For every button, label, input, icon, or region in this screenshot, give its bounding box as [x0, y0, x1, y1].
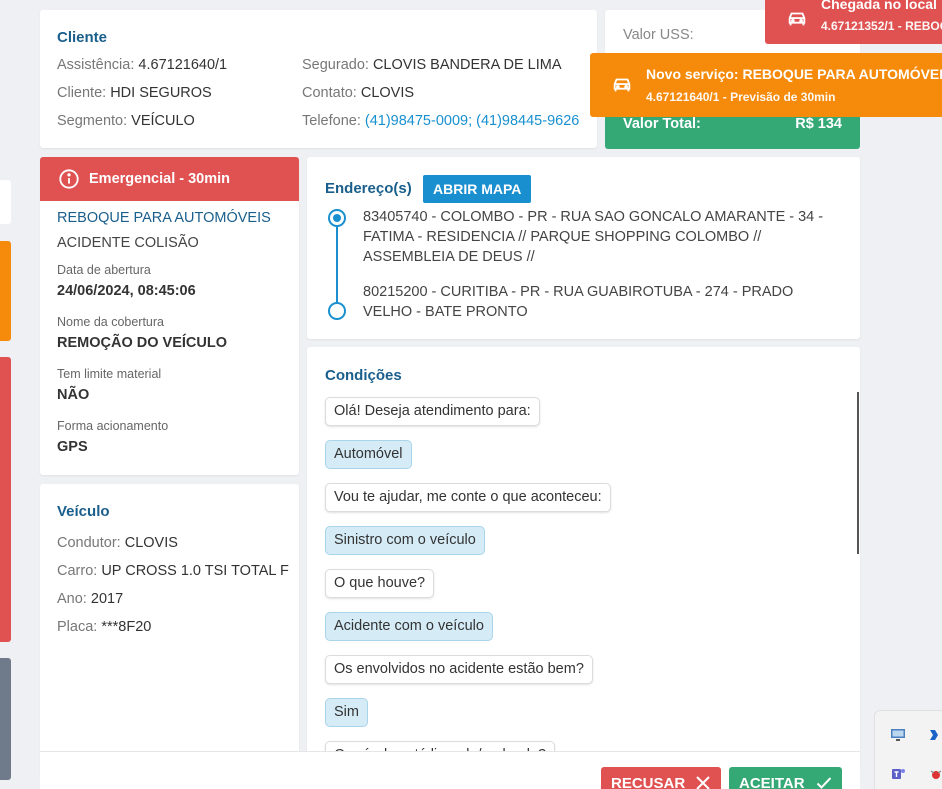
data-abertura-value: 24/06/2024, 08:45:06	[57, 283, 196, 299]
open-map-button[interactable]: ABRIR MAPA	[423, 175, 532, 203]
placa-value: ***8F20	[101, 619, 152, 635]
conditions-card: Condições Olá! Deseja atendimento para: …	[307, 347, 860, 767]
condutor-value: CLOVIS	[124, 535, 178, 551]
segmento-row: Segmento: VEÍCULO	[57, 113, 195, 129]
service-reason: ACIDENTE COLISÃO	[57, 235, 199, 251]
forma-value: GPS	[57, 439, 88, 455]
contato-row: Contato: CLOVIS	[302, 85, 414, 101]
cliente-value: HDI SEGUROS	[110, 85, 212, 101]
contato-label: Contato:	[302, 85, 357, 101]
cobertura-value: REMOÇÃO DO VEÍCULO	[57, 335, 227, 351]
chat-question: Os envolvidos no acidente estão bem?	[325, 655, 593, 684]
notification-subtitle: 4.67121640/1 - Previsão de 30min	[646, 90, 836, 104]
notification-new-service[interactable]: Novo serviço: REBOQUE PARA AUTOMÓVEIS 4.…	[590, 53, 942, 117]
placa-row: Placa: ***8F20	[57, 619, 151, 635]
ano-label: Ano:	[57, 591, 87, 607]
segurado-label: Segurado:	[302, 57, 369, 73]
conditions-scrollbar[interactable]	[857, 392, 859, 554]
car-icon	[788, 12, 806, 26]
destination-address: 80215200 - CURITIBA - PR - RUA GUABIROTU…	[363, 284, 794, 320]
chat-question: Olá! Deseja atendimento para:	[325, 397, 540, 426]
chat-answer: Automóvel	[325, 440, 412, 469]
condutor-label: Condutor:	[57, 535, 121, 551]
client-card: Cliente Assistência: 4.67121640/1 Client…	[40, 10, 597, 148]
segurado-value: CLOVIS BANDERA DE LIMA	[372, 57, 562, 73]
address-card: Endereço(s) ABRIR MAPA 83405740 - COLOMB…	[307, 157, 860, 339]
notification-arrival[interactable]: Chegada no local 4.67121352/1 - REBOQUE	[765, 0, 942, 44]
reject-label: RECUSAR	[611, 775, 686, 789]
notification-subtitle: 4.67121352/1 - REBOQUE	[821, 19, 942, 33]
route-line	[336, 227, 338, 302]
assistencia-value: 4.67121640/1	[138, 57, 228, 73]
car-icon	[613, 78, 631, 92]
telefone-label: Telefone:	[302, 113, 361, 129]
ano-value: 2017	[90, 591, 124, 607]
carro-value: UP CROSS 1.0 TSI TOTAL F	[101, 563, 289, 579]
chat-answer: Sinistro com o veículo	[325, 526, 485, 555]
telefone-row: Telefone: (41)98475-0009; (41)98445-9626	[302, 113, 579, 129]
emergency-header: Emergencial - 30min	[40, 157, 299, 201]
address-title: Endereço(s)	[325, 180, 412, 197]
valor-total-value: R$ 134	[795, 116, 842, 132]
chat-question: Vou te ajudar, me conte o que aconteceu:	[325, 483, 611, 512]
notification-title: Chegada no local	[821, 0, 937, 12]
valor-total-label: Valor Total:	[623, 116, 701, 132]
cliente-label: Cliente:	[57, 85, 107, 101]
telefone-link[interactable]: (41)98475-0009; (41)98445-9626	[365, 113, 579, 129]
cobertura-label: Nome da cobertura	[57, 315, 165, 329]
assistencia-label: Assistência:	[57, 57, 135, 73]
side-stub-orange[interactable]	[0, 241, 11, 341]
destination-marker-icon	[328, 302, 346, 320]
reject-button[interactable]: RECUSAR	[601, 767, 721, 789]
accept-button[interactable]: ACEITAR	[729, 767, 842, 789]
condutor-row: Condutor: CLOVIS	[57, 535, 178, 551]
assistencia-row: Assistência: 4.67121640/1	[57, 57, 227, 73]
app-icon[interactable]	[928, 727, 942, 743]
side-stub-white	[0, 180, 11, 224]
vehicle-card: Veículo Condutor: CLOVIS Carro: UP CROSS…	[40, 484, 299, 774]
cliente-row: Cliente: HDI SEGUROS	[57, 85, 212, 101]
notification-title: Novo serviço: REBOQUE PARA AUTOMÓVEIS	[646, 66, 942, 82]
conditions-title: Condições	[325, 367, 402, 384]
origin-marker-icon	[328, 209, 346, 227]
data-abertura-label: Data de abertura	[57, 263, 151, 277]
carro-label: Carro:	[57, 563, 98, 579]
limite-label: Tem limite material	[57, 367, 162, 381]
limite-value: NÃO	[57, 387, 90, 403]
monitor-icon[interactable]	[890, 727, 906, 743]
teams-icon[interactable]	[890, 766, 906, 782]
chat-answer: Acidente com o veículo	[325, 612, 493, 641]
client-title: Cliente	[57, 29, 108, 46]
forma-label: Forma acionamento	[57, 419, 169, 433]
system-tray	[874, 710, 942, 789]
antivirus-icon[interactable]	[928, 766, 942, 782]
segurado-row: Segurado: CLOVIS BANDERA DE LIMA	[302, 57, 562, 73]
ano-row: Ano: 2017	[57, 591, 123, 607]
vehicle-title: Veículo	[57, 503, 110, 520]
origin-address: 83405740 - COLOMBO - PR - RUA SAO GONCAL…	[363, 209, 824, 265]
segmento-label: Segmento:	[57, 113, 128, 129]
service-card: Emergencial - 30min REBOQUE PARA AUTOMÓV…	[40, 157, 299, 475]
side-stub-red[interactable]	[0, 357, 11, 642]
service-name: REBOQUE PARA AUTOMÓVEIS	[57, 210, 271, 226]
side-stub-gray[interactable]	[0, 658, 11, 780]
chat-question: O que houve?	[325, 569, 435, 598]
segmento-value: VEÍCULO	[131, 113, 195, 129]
emergency-label: Emergencial - 30min	[89, 171, 231, 187]
close-icon	[696, 776, 710, 789]
accept-label: ACEITAR	[739, 775, 805, 789]
check-icon	[816, 777, 832, 789]
chat-answer: Sim	[325, 698, 368, 727]
carro-row: Carro: UP CROSS 1.0 TSI TOTAL F	[57, 563, 289, 579]
action-footer: RECUSAR ACEITAR	[40, 751, 860, 789]
valor-uss-label: Valor USS:	[623, 27, 694, 43]
contato-value: CLOVIS	[360, 85, 415, 101]
placa-label: Placa:	[57, 619, 98, 635]
info-icon	[59, 169, 79, 189]
